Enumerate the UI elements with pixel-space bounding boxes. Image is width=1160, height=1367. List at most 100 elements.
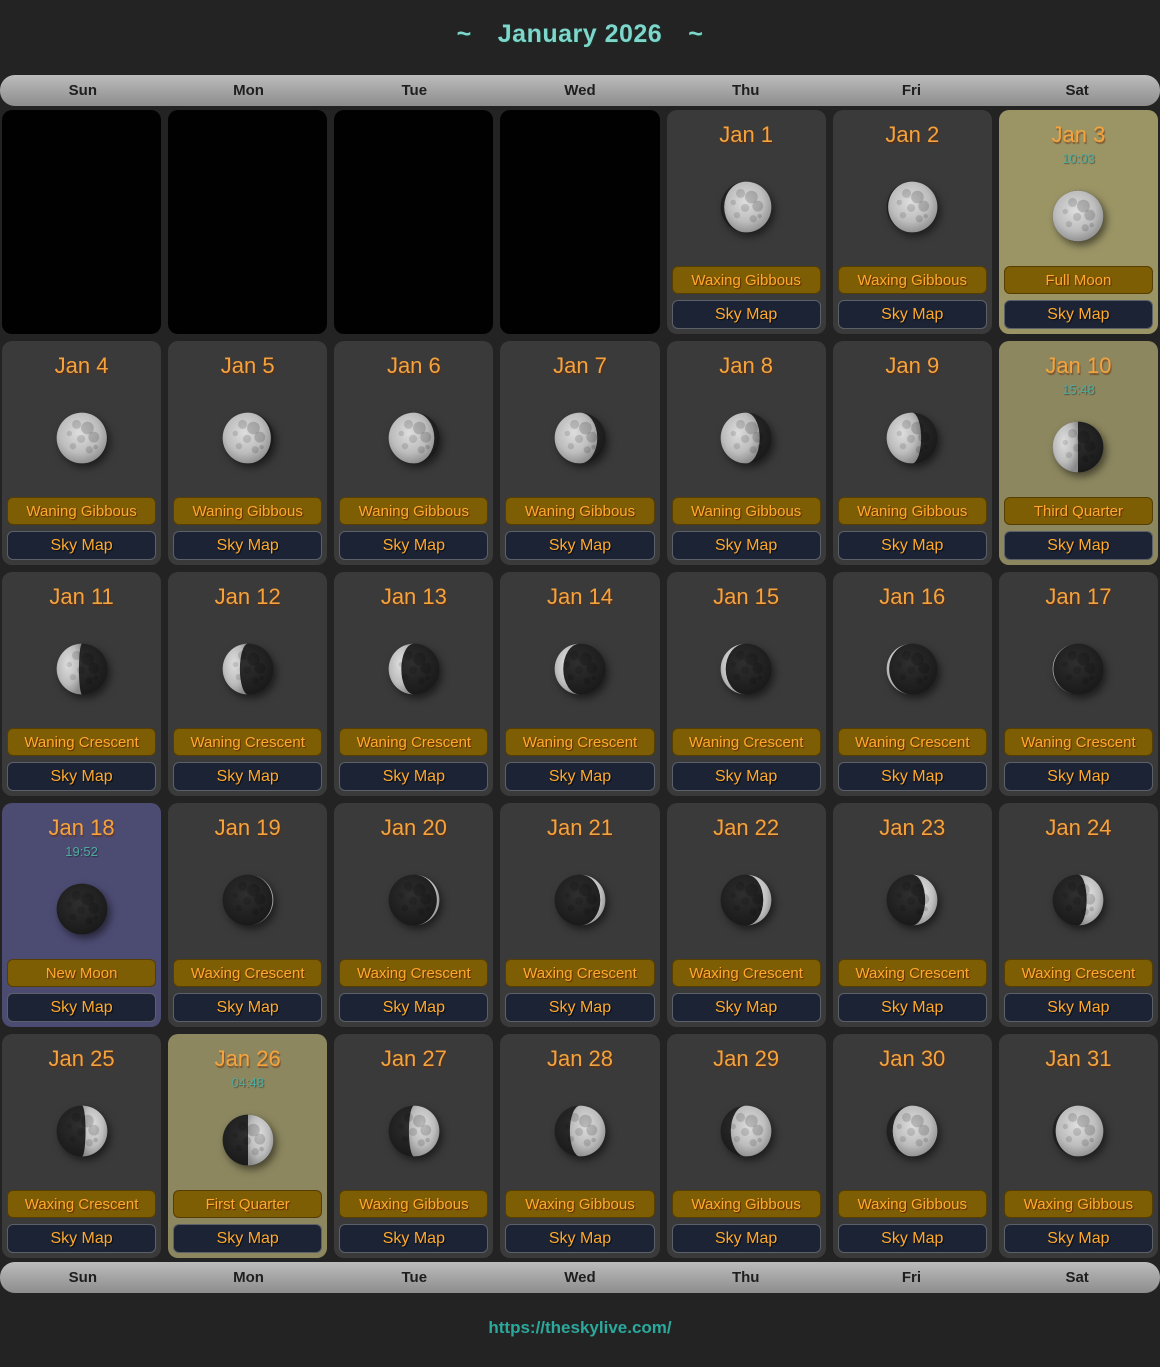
phase-button[interactable]: Full Moon xyxy=(1004,266,1153,294)
date-label: Jan 13 xyxy=(339,584,488,610)
phase-button[interactable]: Waning Crescent xyxy=(173,728,322,756)
phase-button[interactable]: Waning Crescent xyxy=(7,728,156,756)
phase-button[interactable]: Waning Gibbous xyxy=(339,497,488,525)
date-label: Jan 29 xyxy=(672,1046,821,1072)
phase-button[interactable]: Waxing Crescent xyxy=(672,959,821,987)
day-cell: Jan 31 Waxin xyxy=(999,1034,1158,1258)
day-cell: Jan 17 Wanin xyxy=(999,572,1158,796)
sky-map-button[interactable]: Sky Map xyxy=(173,1224,322,1253)
sky-map-button[interactable]: Sky Map xyxy=(339,1224,488,1253)
sky-map-button[interactable]: Sky Map xyxy=(505,993,654,1022)
sky-map-button[interactable]: Sky Map xyxy=(505,762,654,791)
day-cell: Jan 4 Waning xyxy=(2,341,161,565)
sky-map-button[interactable]: Sky Map xyxy=(7,993,156,1022)
sky-map-button[interactable]: Sky Map xyxy=(173,531,322,560)
sky-map-button[interactable]: Sky Map xyxy=(838,762,987,791)
date-label: Jan 9 xyxy=(838,353,987,379)
sky-map-button[interactable]: Sky Map xyxy=(173,762,322,791)
phase-button[interactable]: Waxing Crescent xyxy=(1004,959,1153,987)
phase-button[interactable]: Waning Gibbous xyxy=(7,497,156,525)
moon-image xyxy=(1004,1072,1153,1190)
moon-image xyxy=(7,610,156,728)
sky-map-button[interactable]: Sky Map xyxy=(7,531,156,560)
phase-button[interactable]: Waning Gibbous xyxy=(505,497,654,525)
day-cell: Jan 1 Waxing xyxy=(667,110,826,334)
sky-map-button[interactable]: Sky Map xyxy=(672,762,821,791)
sky-map-button[interactable]: Sky Map xyxy=(173,993,322,1022)
moon-image xyxy=(339,1072,488,1190)
sky-map-button[interactable]: Sky Map xyxy=(505,1224,654,1253)
phase-button[interactable]: Waning Crescent xyxy=(1004,728,1153,756)
moon-image xyxy=(1004,397,1153,497)
weekday-label: Mon xyxy=(166,82,332,99)
phase-button[interactable]: Waning Crescent xyxy=(339,728,488,756)
title-tilde-right: ~ xyxy=(688,20,703,48)
phase-button[interactable]: Waxing Crescent xyxy=(173,959,322,987)
sky-map-button[interactable]: Sky Map xyxy=(672,993,821,1022)
sky-map-button[interactable]: Sky Map xyxy=(838,300,987,329)
moon-image xyxy=(7,859,156,959)
phase-button[interactable]: New Moon xyxy=(7,959,156,987)
sky-map-button[interactable]: Sky Map xyxy=(838,531,987,560)
phase-button[interactable]: First Quarter xyxy=(173,1190,322,1218)
sky-map-button[interactable]: Sky Map xyxy=(1004,762,1153,791)
date-label: Jan 16 xyxy=(838,584,987,610)
sky-map-button[interactable]: Sky Map xyxy=(339,531,488,560)
sky-map-button[interactable]: Sky Map xyxy=(7,1224,156,1253)
phase-button[interactable]: Waning Gibbous xyxy=(838,497,987,525)
sky-map-button[interactable]: Sky Map xyxy=(339,993,488,1022)
phase-button[interactable]: Waning Crescent xyxy=(672,728,821,756)
date-label: Jan 11 xyxy=(7,584,156,610)
phase-button[interactable]: Waxing Gibbous xyxy=(672,1190,821,1218)
moon-image xyxy=(1004,841,1153,959)
date-label: Jan 21 xyxy=(505,815,654,841)
day-cell: Jan 19 Waxin xyxy=(168,803,327,1027)
sky-map-button[interactable]: Sky Map xyxy=(838,993,987,1022)
sky-map-button[interactable]: Sky Map xyxy=(672,531,821,560)
phase-time: 19:52 xyxy=(7,844,156,859)
sky-map-button[interactable]: Sky Map xyxy=(1004,531,1153,560)
phase-button[interactable]: Waxing Crescent xyxy=(7,1190,156,1218)
day-cell: Jan 15 Wanin xyxy=(667,572,826,796)
sky-map-button[interactable]: Sky Map xyxy=(505,531,654,560)
phase-button[interactable]: Waxing Crescent xyxy=(339,959,488,987)
sky-map-button[interactable]: Sky Map xyxy=(339,762,488,791)
empty-day-cell xyxy=(168,110,327,334)
date-label: Jan 15 xyxy=(672,584,821,610)
moon-image xyxy=(7,379,156,497)
phase-button[interactable]: Waning Crescent xyxy=(838,728,987,756)
phase-button[interactable]: Waxing Gibbous xyxy=(838,266,987,294)
moon-image xyxy=(838,841,987,959)
title-month: January 2026 xyxy=(498,20,662,48)
empty-day-cell xyxy=(2,110,161,334)
phase-button[interactable]: Waning Crescent xyxy=(505,728,654,756)
day-cell: Jan 5 Waning xyxy=(168,341,327,565)
phase-button[interactable]: Waxing Crescent xyxy=(838,959,987,987)
day-cell: Jan 28 Waxin xyxy=(500,1034,659,1258)
sky-map-button[interactable]: Sky Map xyxy=(1004,993,1153,1022)
day-cell: Jan 14 Wanin xyxy=(500,572,659,796)
phase-button[interactable]: Waxing Crescent xyxy=(505,959,654,987)
sky-map-button[interactable]: Sky Map xyxy=(838,1224,987,1253)
phase-button[interactable]: Waxing Gibbous xyxy=(505,1190,654,1218)
day-cell: Jan 11 Wanin xyxy=(2,572,161,796)
sky-map-button[interactable]: Sky Map xyxy=(7,762,156,791)
day-cell: Jan 13 Wanin xyxy=(334,572,493,796)
phase-button[interactable]: Waxing Gibbous xyxy=(672,266,821,294)
phase-button[interactable]: Waning Gibbous xyxy=(173,497,322,525)
weekday-bar-top: SunMonTueWedThuFriSat xyxy=(0,75,1160,106)
weekday-label: Fri xyxy=(829,82,995,99)
moon-image xyxy=(672,379,821,497)
phase-button[interactable]: Waxing Gibbous xyxy=(339,1190,488,1218)
sky-map-button[interactable]: Sky Map xyxy=(1004,1224,1153,1253)
sky-map-button[interactable]: Sky Map xyxy=(1004,300,1153,329)
phase-button[interactable]: Third Quarter xyxy=(1004,497,1153,525)
phase-button[interactable]: Waning Gibbous xyxy=(672,497,821,525)
phase-button[interactable]: Waxing Gibbous xyxy=(838,1190,987,1218)
phase-button[interactable]: Waxing Gibbous xyxy=(1004,1190,1153,1218)
moon-image xyxy=(173,841,322,959)
sky-map-button[interactable]: Sky Map xyxy=(672,300,821,329)
moon-image xyxy=(672,610,821,728)
moon-image xyxy=(838,1072,987,1190)
sky-map-button[interactable]: Sky Map xyxy=(672,1224,821,1253)
